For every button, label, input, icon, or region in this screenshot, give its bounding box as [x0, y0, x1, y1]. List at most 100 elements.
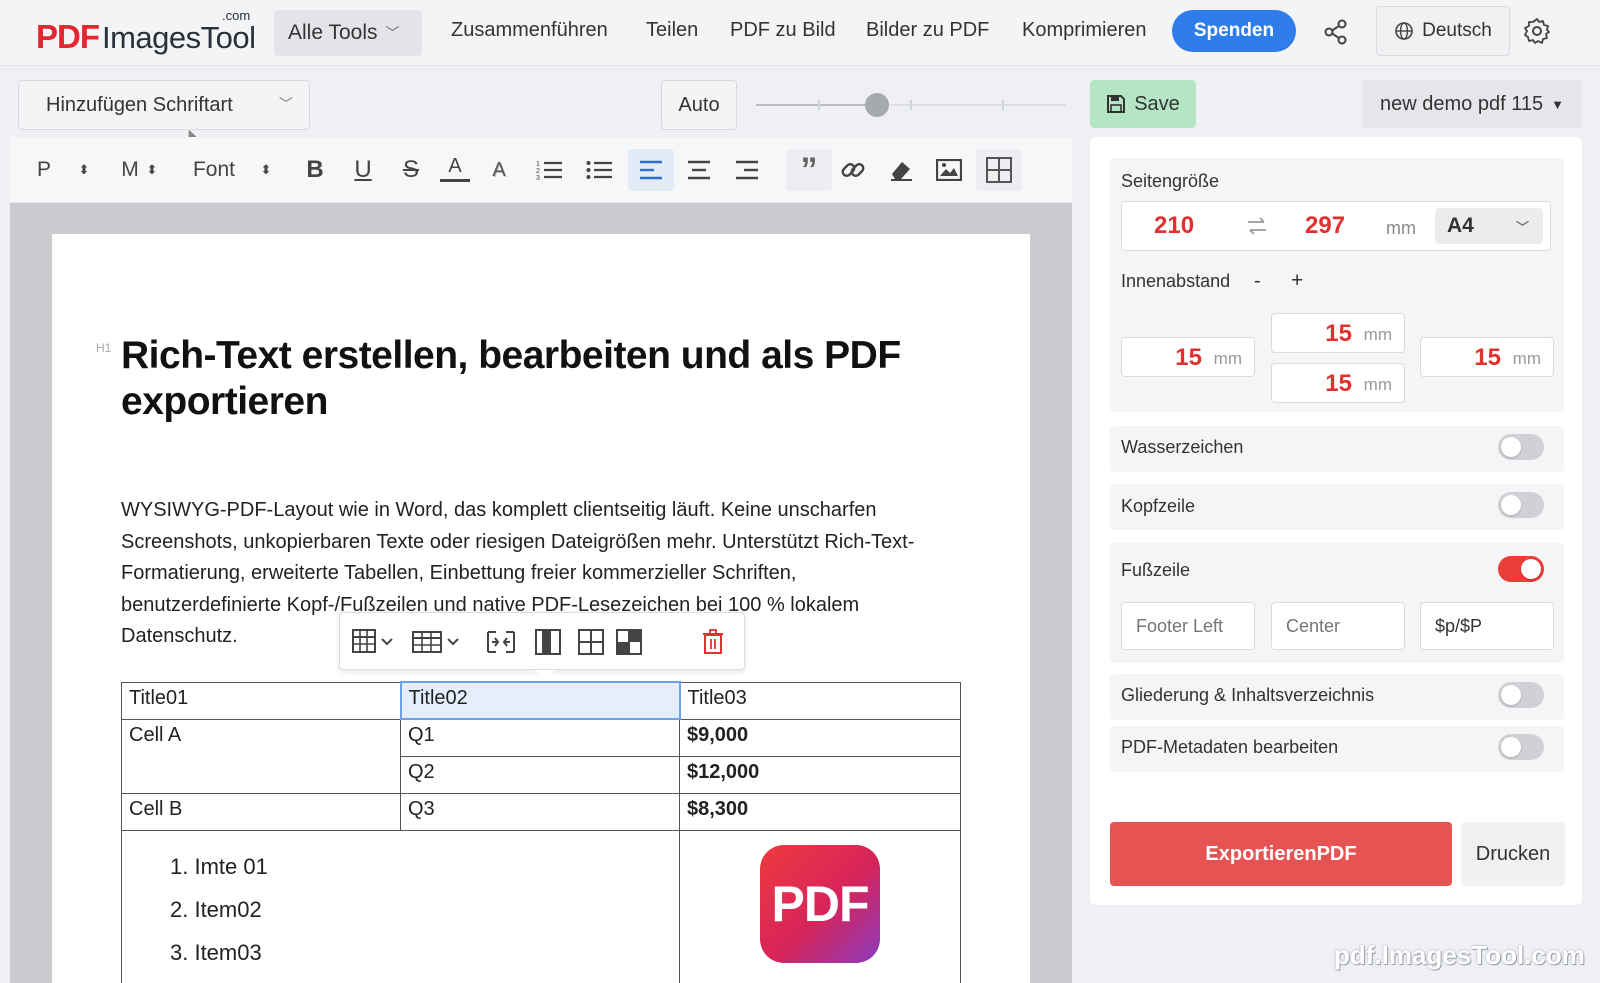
table-props-icon[interactable]	[352, 627, 396, 657]
all-tools-dropdown[interactable]: Alle Tools ﹀	[274, 10, 422, 56]
swap-arrows-icon[interactable]	[1246, 216, 1268, 236]
table-grid-icon[interactable]	[578, 627, 604, 657]
outline-toggle[interactable]	[1498, 682, 1544, 708]
nav-link-images-to-pdf[interactable]: Bilder zu PDF	[866, 19, 989, 42]
updown-arrows-icon[interactable]: ⬍	[74, 154, 94, 186]
split-cell-icon[interactable]	[486, 627, 516, 657]
list-item[interactable]: 2. Item02	[170, 888, 679, 931]
zoom-slider-thumb[interactable]	[864, 93, 889, 117]
document-select[interactable]: new demo pdf 115 ▼	[1362, 80, 1582, 128]
blockquote-icon[interactable]: ”	[786, 149, 832, 191]
zoom-slider[interactable]	[756, 90, 1066, 120]
strikethrough-icon[interactable]: S	[396, 154, 426, 186]
padding-top-input[interactable]: 15 mm	[1271, 313, 1405, 353]
donate-button[interactable]: Spenden	[1172, 10, 1296, 52]
padding-label: Innenabstand	[1121, 271, 1231, 291]
nav-link-pdf-to-image[interactable]: PDF zu Bild	[730, 19, 836, 42]
table-cell[interactable]: Title01	[121, 681, 401, 720]
bullet-list-icon[interactable]	[582, 154, 616, 186]
table-cell[interactable]: Q1	[400, 718, 680, 757]
table-cell-list[interactable]: 1. Imte 01 2. Item02 3. Item03	[121, 829, 680, 983]
share-icon[interactable]	[1322, 18, 1350, 46]
highlight-color-icon[interactable]: A	[484, 154, 514, 186]
footer-center-input[interactable]	[1271, 602, 1405, 650]
table-cell[interactable]: Cell B	[121, 792, 401, 831]
toggle-knob	[1501, 437, 1521, 457]
paper-format-label: A4	[1447, 214, 1474, 237]
font-family-select[interactable]: Font	[188, 154, 240, 186]
table-cell-selected[interactable]: Title02	[399, 681, 681, 720]
padding-left-value: 15	[1175, 344, 1202, 371]
font-size-select[interactable]: M	[118, 154, 142, 186]
caret-down-icon: ▼	[1551, 96, 1564, 112]
add-font-dropdown[interactable]: Hinzufügen Schriftart ﹀	[18, 80, 310, 130]
paragraph-style-select[interactable]: P	[34, 154, 54, 186]
nav-link-split[interactable]: Teilen	[646, 19, 698, 42]
toggle-knob	[1521, 559, 1541, 579]
metadata-toggle[interactable]	[1498, 734, 1544, 760]
toggle-knob	[1501, 495, 1521, 515]
add-font-label: Hinzufügen Schriftart	[46, 93, 233, 116]
bold-icon[interactable]: B	[300, 154, 330, 186]
list-item[interactable]: 1. Imte 01	[170, 845, 679, 888]
table-cell[interactable]: $12,000	[679, 755, 961, 794]
svg-text:2: 2	[536, 168, 540, 175]
list-item[interactable]: 3. Item03	[170, 931, 679, 974]
merge-cells-icon[interactable]	[616, 627, 642, 657]
pdf-logo-image[interactable]: PDF	[760, 845, 880, 963]
align-right-icon[interactable]	[730, 154, 764, 186]
table-cell[interactable]: Q3	[400, 792, 680, 831]
ordered-list-icon[interactable]: 123	[532, 154, 566, 186]
auto-zoom-button[interactable]: Auto	[661, 80, 737, 130]
trash-icon[interactable]	[702, 627, 724, 657]
image-icon[interactable]	[932, 154, 966, 186]
insert-table-icon[interactable]	[976, 149, 1022, 191]
table-cell[interactable]: $8,300	[679, 792, 961, 831]
padding-plus-button[interactable]: +	[1291, 269, 1303, 293]
page-height-input[interactable]: 297	[1305, 212, 1345, 240]
table-row-menu-icon[interactable]	[412, 627, 462, 657]
padding-minus-button[interactable]: -	[1254, 270, 1261, 293]
padding-left-input[interactable]: 15 mm	[1121, 337, 1255, 377]
ordered-list: 1. Imte 01 2. Item02 3. Item03	[122, 831, 679, 974]
column-header-icon[interactable]	[534, 627, 562, 657]
zoom-slider-tick	[1002, 100, 1004, 110]
eraser-icon[interactable]	[884, 154, 918, 186]
zoom-slider-tick	[910, 100, 912, 110]
align-left-icon[interactable]	[628, 149, 674, 191]
save-button[interactable]: Save	[1090, 80, 1196, 128]
language-selector[interactable]: Deutsch	[1376, 6, 1510, 56]
padding-unit: mm	[1512, 349, 1541, 368]
padding-right-input[interactable]: 15 mm	[1420, 337, 1554, 377]
page-width-input[interactable]: 210	[1154, 212, 1194, 240]
watermark-toggle[interactable]	[1498, 434, 1544, 460]
table-cell[interactable]: $9,000	[679, 718, 961, 757]
all-tools-label: Alle Tools	[288, 21, 378, 44]
padding-bottom-input[interactable]: 15 mm	[1271, 363, 1405, 403]
link-icon[interactable]	[836, 154, 870, 186]
underline-icon[interactable]: U	[348, 154, 378, 186]
footer-left-input[interactable]	[1121, 602, 1255, 650]
text-color-icon[interactable]: A	[440, 154, 470, 182]
print-button[interactable]: Drucken	[1461, 822, 1565, 886]
format-toolbar: P ⬍ M ⬍ Font ⬍ B U S A A 123 ”	[10, 137, 1072, 203]
table-cell[interactable]: Title03	[679, 681, 961, 720]
site-logo[interactable]: PDF ImagesTool .com	[36, 8, 266, 58]
updown-arrows-icon[interactable]: ⬍	[144, 154, 160, 186]
align-center-icon[interactable]	[682, 154, 716, 186]
export-pdf-button[interactable]: ExportierenPDF	[1110, 822, 1452, 886]
chevron-down-icon: ﹀	[1515, 220, 1529, 235]
paper-format-select[interactable]: A4 ﹀	[1435, 208, 1543, 244]
toggle-knob	[1501, 685, 1521, 705]
updown-arrows-icon[interactable]: ⬍	[258, 154, 274, 186]
footer-toggle[interactable]	[1498, 556, 1544, 582]
header-toggle[interactable]	[1498, 492, 1544, 518]
footer-right-input[interactable]	[1420, 602, 1554, 650]
nav-link-compress[interactable]: Komprimieren	[1022, 19, 1146, 42]
table-cell[interactable]: Cell A	[121, 718, 401, 794]
gear-icon[interactable]	[1522, 16, 1552, 46]
nav-link-merge[interactable]: Zusammenführen	[451, 19, 608, 42]
save-label: Save	[1134, 92, 1180, 115]
document-heading[interactable]: Rich-Text erstellen, bearbeiten und als …	[121, 333, 941, 425]
table-cell[interactable]: Q2	[400, 755, 680, 794]
